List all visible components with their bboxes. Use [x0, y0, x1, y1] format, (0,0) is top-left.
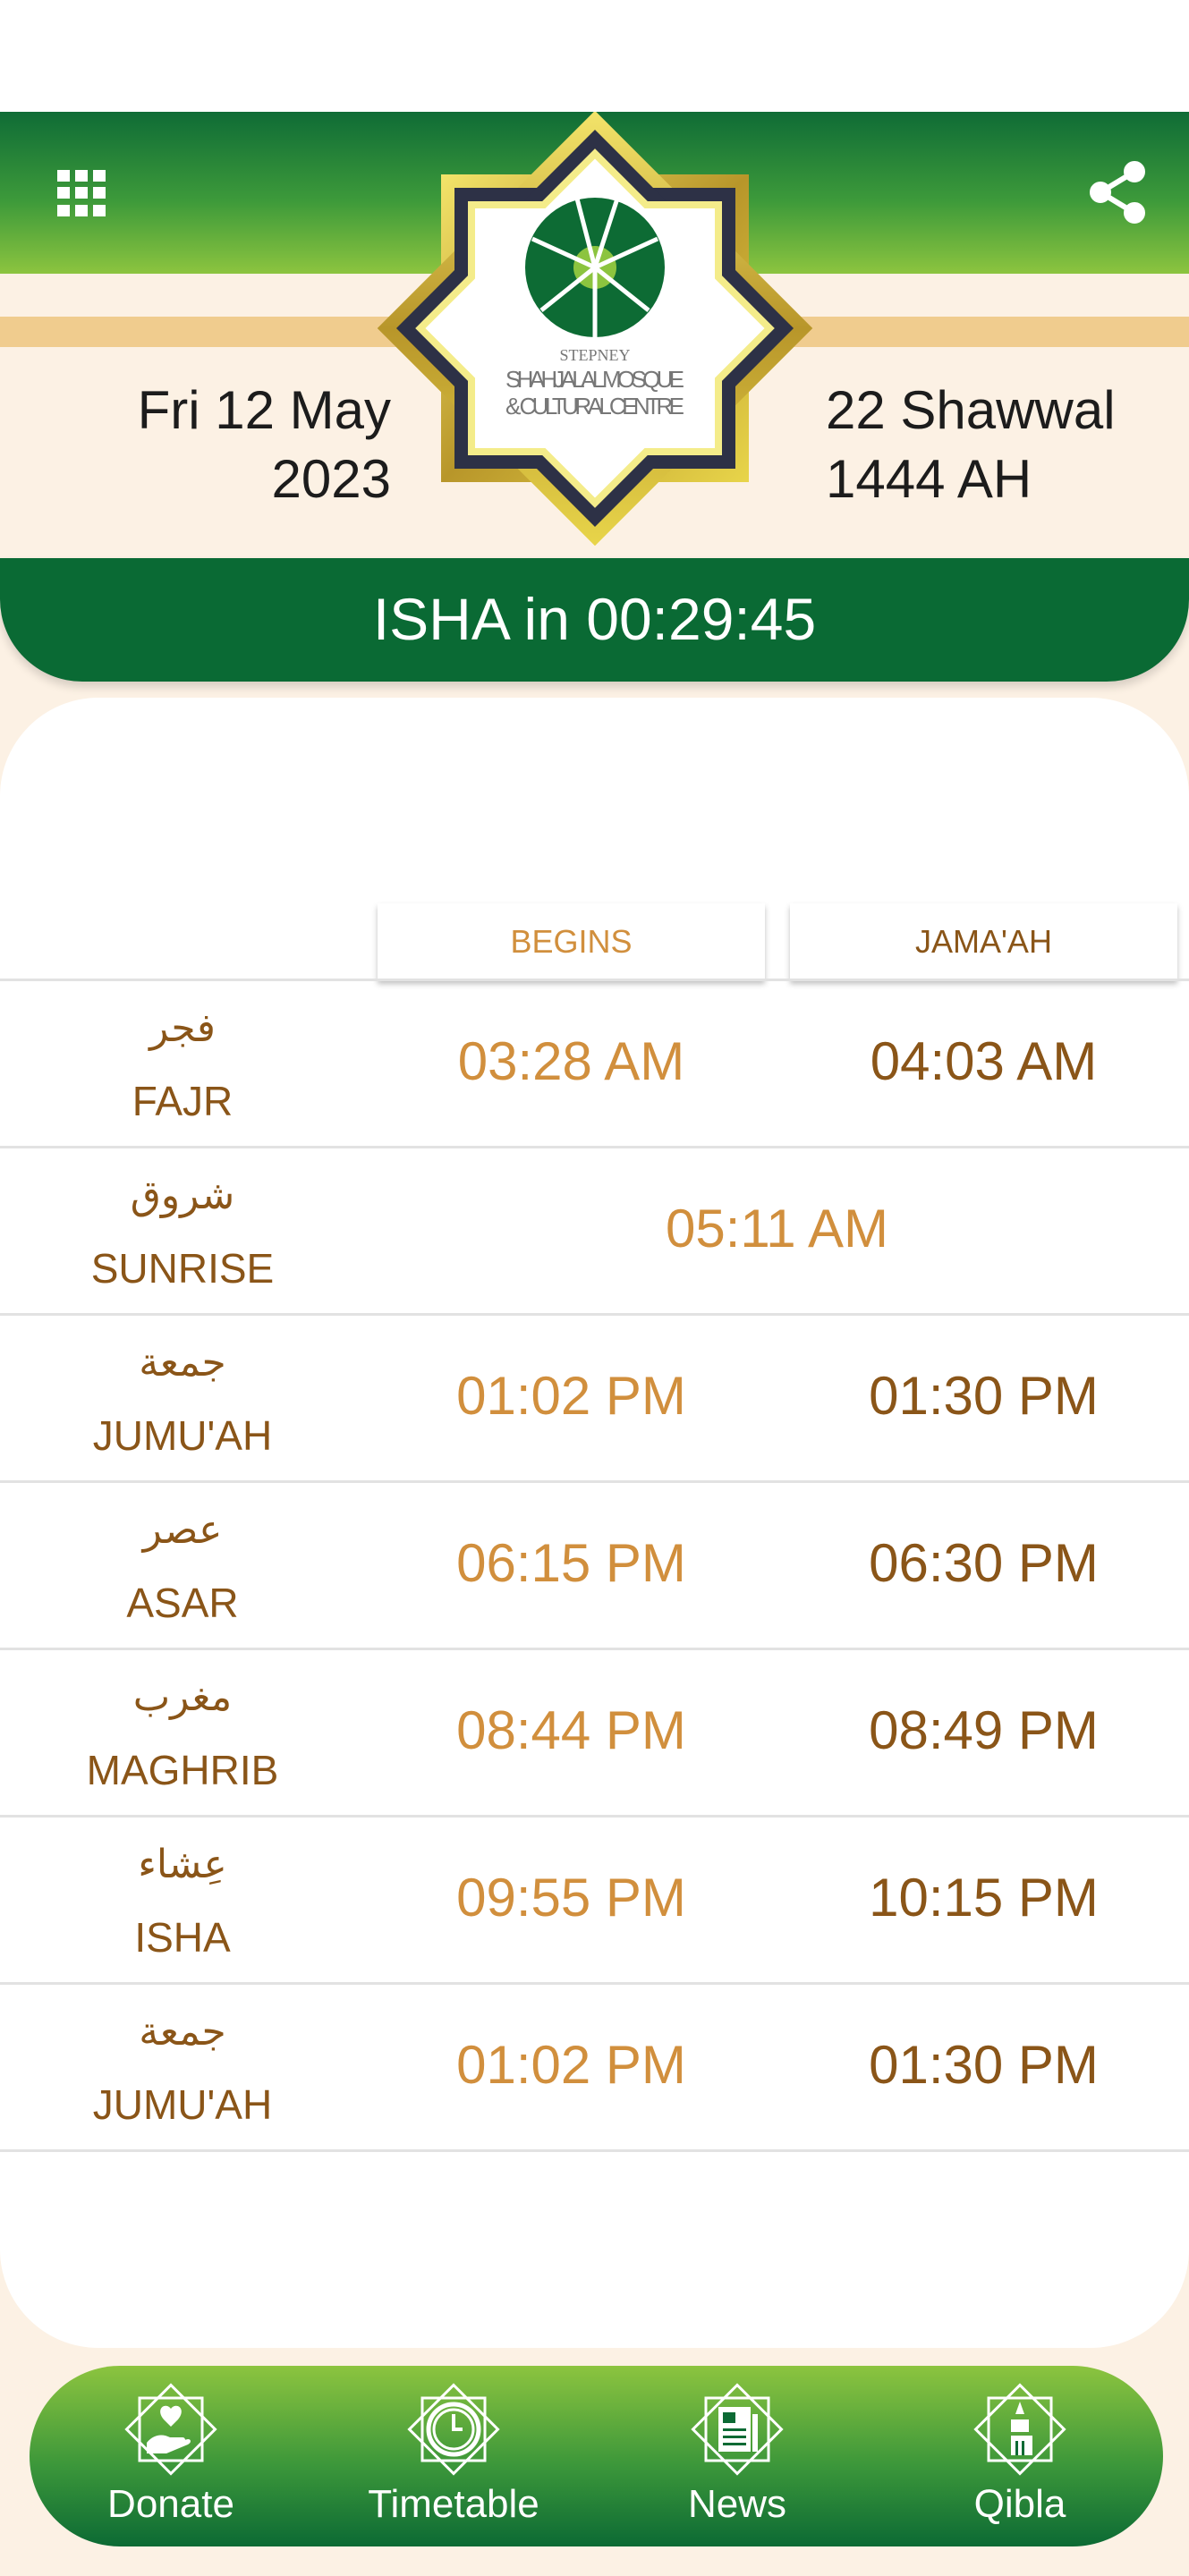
nav-donate[interactable]: Donate: [64, 2366, 278, 2546]
prayer-name: FAJR: [132, 1078, 234, 1124]
clock-icon: [407, 2383, 500, 2476]
jamaah-time: 04:03 AM: [870, 1031, 1098, 1091]
grid-icon[interactable]: [57, 170, 107, 216]
mosque-logo: STEPNEY SHAHJALAL MOSQUE & CULTURAL CENT…: [377, 112, 813, 546]
nav-timetable[interactable]: Timetable: [346, 2366, 561, 2546]
nav-qibla[interactable]: Qibla: [913, 2366, 1127, 2546]
jamaah-time: 01:30 PM: [869, 2035, 1099, 2095]
begins-time: 05:11 AM: [665, 1199, 889, 1258]
status-bar-area: [0, 0, 1189, 112]
qibla-mosque-icon: [973, 2383, 1066, 2476]
prayer-name-arabic: عصر: [142, 1507, 223, 1553]
prayer-name-arabic: مغرب: [132, 1674, 233, 1720]
bottom-nav: Donate Timetable News Qibla: [30, 2366, 1163, 2546]
column-header-begins: BEGINS: [378, 903, 765, 980]
prayer-name: MAGHRIB: [86, 1747, 279, 1793]
prayer-row: فجر FAJR 03:28 AM 04:03 AM: [0, 980, 1189, 1148]
prayer-name-arabic: جمعة: [139, 2009, 226, 2055]
nav-label: Timetable: [368, 2482, 539, 2526]
prayer-row: شروق SUNRISE 05:11 AM: [0, 1148, 1189, 1315]
begins-time: 08:44 PM: [456, 1700, 686, 1760]
prayer-name-arabic: جمعة: [139, 1340, 226, 1385]
begins-time: 01:02 PM: [456, 1366, 686, 1426]
prayer-name-arabic: عِشاء: [138, 1842, 227, 1887]
nav-label: News: [687, 2482, 787, 2526]
prayer-row: مغرب MAGHRIB 08:44 PM 08:49 PM: [0, 1649, 1189, 1817]
nav-news[interactable]: News: [630, 2366, 845, 2546]
begins-time: 09:55 PM: [456, 1868, 686, 1928]
hijri-day: 22 Shawwal: [826, 380, 1116, 440]
next-prayer-countdown: ISHA in 00:29:45: [0, 558, 1189, 682]
prayer-name: ASAR: [126, 1580, 239, 1626]
prayer-name-arabic: شروق: [130, 1173, 235, 1218]
jamaah-time: 10:15 PM: [869, 1868, 1099, 1928]
begins-time: 06:15 PM: [456, 1533, 686, 1593]
donate-hand-heart-icon: [124, 2383, 217, 2476]
prayer-row: عصر ASAR 06:15 PM 06:30 PM: [0, 1482, 1189, 1649]
prayer-name: JUMU'AH: [92, 2081, 273, 2128]
gregorian-day: Fri 12 May: [137, 380, 391, 440]
row-divider: [0, 2149, 1189, 2152]
hijri-year: 1444 AH: [826, 449, 1032, 509]
prayer-name-arabic: فجر: [149, 1005, 216, 1051]
prayer-row: جمعة JUMU'AH 01:02 PM 01:30 PM: [0, 1315, 1189, 1482]
svg-text:SHAHJALAL MOSQUE: SHAHJALAL MOSQUE: [505, 366, 684, 393]
svg-text:& CULTURAL CENTRE: & CULTURAL CENTRE: [505, 393, 684, 419]
newspaper-icon: [691, 2383, 784, 2476]
nav-label: Donate: [107, 2482, 234, 2526]
prayer-row: جمعة JUMU'AH 01:02 PM 01:30 PM: [0, 1984, 1189, 2151]
share-icon[interactable]: [1090, 161, 1147, 224]
prayer-name: JUMU'AH: [92, 1412, 273, 1459]
jamaah-time: 06:30 PM: [869, 1533, 1099, 1593]
svg-text:STEPNEY: STEPNEY: [559, 346, 630, 364]
begins-time: 03:28 AM: [457, 1031, 685, 1091]
begins-time: 01:02 PM: [456, 2035, 686, 2095]
gregorian-date: Fri 12 May 2023: [138, 376, 391, 513]
prayer-name: ISHA: [134, 1914, 231, 1961]
prayer-name: SUNRISE: [90, 1245, 275, 1292]
jamaah-time: 08:49 PM: [869, 1700, 1099, 1760]
gregorian-year: 2023: [271, 449, 391, 509]
hijri-date: 22 Shawwal 1444 AH: [826, 376, 1116, 513]
column-header-jamaah: JAMA'AH: [790, 903, 1177, 980]
nav-label: Qibla: [973, 2482, 1066, 2526]
prayer-row: عِشاء ISHA 09:55 PM 10:15 PM: [0, 1817, 1189, 1984]
jamaah-time: 01:30 PM: [869, 1366, 1099, 1426]
